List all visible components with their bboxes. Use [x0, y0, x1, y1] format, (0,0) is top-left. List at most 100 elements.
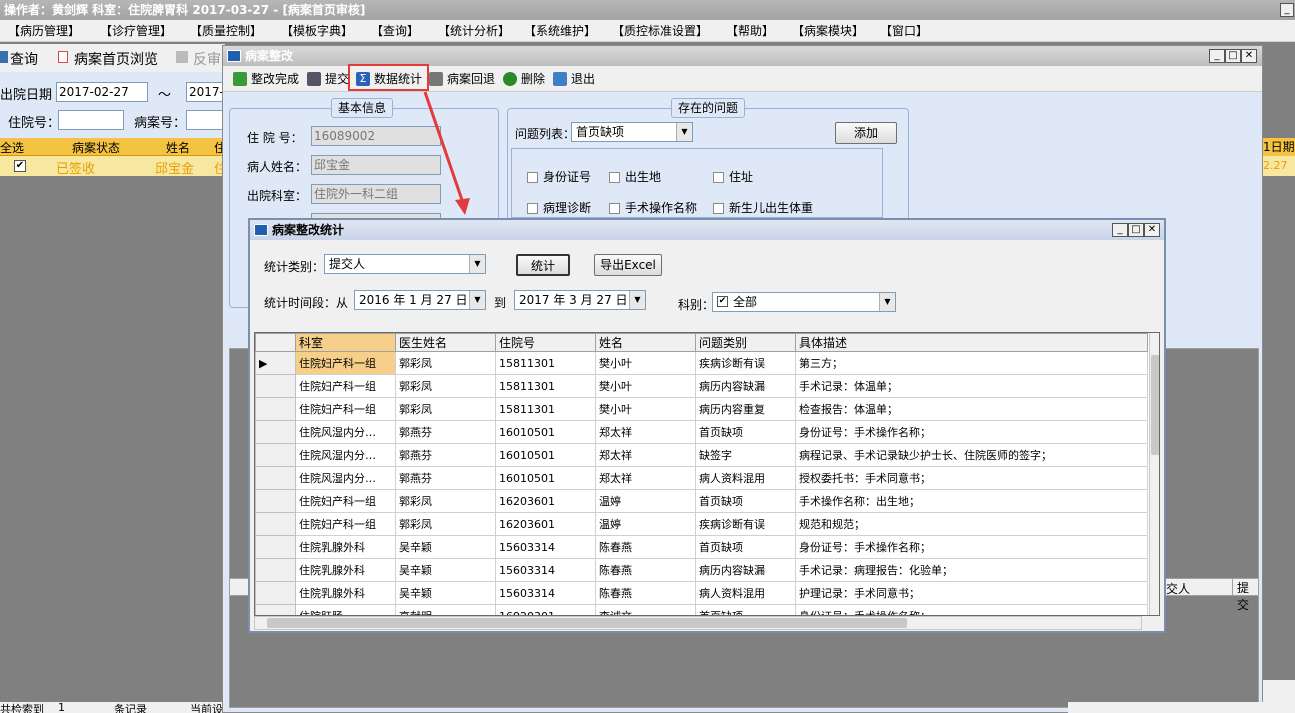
query-button[interactable]: 查询 — [10, 49, 38, 69]
stat-button[interactable]: 统计 — [516, 254, 570, 276]
table-cell: 16203601 — [495, 489, 596, 513]
date-to-picker[interactable]: 2017 年 3 月 27 日 ▼ — [514, 290, 646, 310]
rectify-maximize-button[interactable]: □ — [1225, 49, 1241, 63]
table-cell: 住院风湿内分… — [295, 420, 396, 444]
menu-item-records[interactable]: 【病历管理】 — [8, 20, 80, 42]
reverse-review-button[interactable]: 反审 — [193, 49, 221, 69]
row-header[interactable] — [255, 489, 296, 513]
patient-name-label: 病人姓名： — [247, 160, 308, 174]
problem-list-select[interactable]: 首页缺项 ▼ — [571, 122, 693, 142]
rectify-close-button[interactable]: ✕ — [1241, 49, 1257, 63]
stats-minimize-button[interactable]: _ — [1112, 223, 1128, 237]
select-all-header[interactable]: 全选 — [0, 139, 24, 156]
export-excel-button[interactable]: 导出Excel — [594, 254, 662, 276]
newborn-weight-checkbox[interactable] — [713, 203, 724, 214]
table-row[interactable]: 住院妇产科一组 郭彩凤 16203601 温婷 疾病诊断有误 规范和规范； — [255, 512, 1148, 536]
table-row[interactable]: 住院妇产科一组 郭彩凤 15811301 樊小叶 病历内容重复 检查报告：体温单； — [255, 397, 1148, 421]
id-number-checkbox[interactable] — [527, 172, 538, 183]
stats-close-button[interactable]: ✕ — [1144, 223, 1160, 237]
menu-item-help[interactable]: 【帮助】 — [726, 20, 774, 42]
col-problem-type[interactable]: 问题类别 — [695, 333, 796, 352]
stats-vertical-scrollbar[interactable] — [1149, 333, 1159, 615]
menu-item-query[interactable]: 【查询】 — [371, 20, 419, 42]
row-header[interactable] — [255, 535, 296, 559]
address-label: 住址 — [729, 170, 754, 184]
row-header[interactable] — [255, 397, 296, 421]
table-row[interactable]: 住院风湿内分… 郭燕芬 16010501 郑太祥 缺签字 病程记录、手术记录缺少护士长、住… — [255, 443, 1148, 467]
record-no-input[interactable] — [186, 110, 225, 130]
row-checkbox[interactable]: ✔ — [14, 160, 26, 172]
right-grid-header: 1日期 — [1263, 138, 1295, 156]
row-header[interactable] — [255, 581, 296, 605]
menu-item-system[interactable]: 【系统维护】 — [524, 20, 596, 42]
dept-select[interactable]: ✔ 全部 ▼ — [712, 292, 896, 312]
horizontal-scroll-thumb[interactable] — [267, 618, 907, 628]
table-row[interactable]: 住院肛肠高献明16920301李诚文首页缺项身份证号：手术操作名称； — [255, 604, 1148, 615]
col-name[interactable]: 姓名 — [595, 333, 696, 352]
dept-checkbox[interactable]: ✔ — [717, 296, 728, 307]
table-row[interactable]: 住院妇产科一组 郭彩凤 16203601 温婷 首页缺项 手术操作名称：出生地； — [255, 489, 1148, 513]
row-header[interactable] — [255, 558, 296, 582]
menu-item-qc-standards[interactable]: 【质控标准设置】 — [612, 20, 708, 42]
table-row[interactable]: 住院风湿内分… 郭燕芬 16010501 郑太祥 病人资料混用 授权委托书：手术同意书； — [255, 466, 1148, 490]
stat-type-select[interactable]: 提交人 ▼ — [324, 254, 486, 274]
table-row[interactable]: 住院风湿内分… 郭燕芬 16010501 郑太祥 首页缺项 身份证号：手术操作名称； — [255, 420, 1148, 444]
exit-button[interactable]: 退出 — [553, 70, 595, 88]
records-grid-row[interactable]: ✔ 已签收 邱宝金 住 — [0, 156, 227, 177]
app-minimize-button[interactable]: _ — [1280, 3, 1294, 17]
table-cell: 护理记录：手术同意书； — [795, 581, 1148, 605]
pathology-checkbox[interactable] — [527, 203, 538, 214]
menu-item-quality[interactable]: 【质量控制】 — [190, 20, 262, 42]
col-dept[interactable]: 科室 — [295, 333, 396, 352]
rectify-complete-button[interactable]: 整改完成 — [233, 70, 299, 88]
table-cell: 病程记录、手术记录缺少护士长、住院医师的签字； — [795, 443, 1148, 467]
records-grid-header: 全选 病案状态 姓名 住 — [0, 138, 226, 156]
col-admission-no[interactable]: 住院号 — [495, 333, 596, 352]
menu-item-templates[interactable]: 【模板字典】 — [281, 20, 353, 42]
row-header[interactable] — [255, 512, 296, 536]
add-button[interactable]: 添加 — [835, 122, 897, 144]
table-cell: 病人资料混用 — [695, 581, 796, 605]
surgery-name-checkbox[interactable] — [609, 203, 620, 214]
period-label: 统计时间段：从 — [264, 296, 349, 310]
rectify-minimize-button[interactable]: _ — [1209, 49, 1225, 63]
stats-horizontal-scrollbar[interactable] — [254, 616, 1142, 630]
table-row[interactable]: 住院乳腺外科 吴辛颖 15603314 陈春燕 病历内容缺漏 手术记录：病理报告：化验单； — [255, 558, 1148, 582]
admission-no-label: 住院号： — [8, 116, 61, 131]
table-cell: 15811301 — [495, 351, 596, 375]
row-header[interactable] — [255, 374, 296, 398]
discharge-date-from-picker[interactable]: 2017-02-27 — [56, 82, 148, 102]
vertical-scroll-thumb[interactable] — [1151, 355, 1159, 455]
stats-maximize-button[interactable]: □ — [1128, 223, 1144, 237]
row-header[interactable] — [255, 420, 296, 444]
browse-button[interactable]: 病案首页浏览 — [74, 49, 158, 69]
corner-cell[interactable] — [255, 333, 296, 352]
admission-no-input[interactable] — [58, 110, 124, 130]
submit-header: 提交 — [1232, 579, 1258, 612]
address-checkbox[interactable] — [713, 172, 724, 183]
row-header[interactable]: ▶ — [255, 351, 296, 375]
table-row[interactable]: 住院妇产科一组 郭彩凤 15811301 樊小叶 病历内容缺漏 手术记录：体温单； — [255, 374, 1148, 398]
row-header[interactable] — [255, 466, 296, 490]
submit-button[interactable]: 提交 — [307, 70, 349, 88]
menu-item-window[interactable]: 【窗口】 — [880, 20, 928, 42]
table-row[interactable]: 住院乳腺外科 吴辛颖 15603314 陈春燕 病人资料混用 护理记录：手术同意书； — [255, 581, 1148, 605]
table-cell: 病人资料混用 — [695, 466, 796, 490]
table-row[interactable]: 住院乳腺外科 吴辛颖 15603314 陈春燕 首页缺项 身份证号：手术操作名称； — [255, 535, 1148, 559]
col-doctor[interactable]: 医生姓名 — [395, 333, 496, 352]
discharge-date-to-picker[interactable]: 2017- — [186, 82, 225, 102]
date-from-picker[interactable]: 2016 年 1 月 27 日 ▼ — [354, 290, 486, 310]
birthplace-checkbox[interactable] — [609, 172, 620, 183]
newborn-weight-label: 新生儿出生体重 — [729, 201, 814, 215]
dept-label: 出院科室： — [247, 189, 308, 203]
row-header[interactable] — [255, 443, 296, 467]
col-description[interactable]: 具体描述 — [795, 333, 1148, 352]
record-rollback-button[interactable]: 病案回退 — [429, 70, 495, 88]
menu-item-statistics[interactable]: 【统计分析】 — [438, 20, 510, 42]
menu-item-record-module[interactable]: 【病案模块】 — [792, 20, 864, 42]
check-icon — [233, 72, 247, 86]
table-row[interactable]: ▶ 住院妇产科一组 郭彩凤 15811301 樊小叶 疾病诊断有误 第三方； — [255, 351, 1148, 375]
menu-item-diagnosis[interactable]: 【诊疗管理】 — [100, 20, 172, 42]
delete-button[interactable]: 删除 — [503, 70, 545, 88]
row-header[interactable] — [255, 604, 296, 615]
